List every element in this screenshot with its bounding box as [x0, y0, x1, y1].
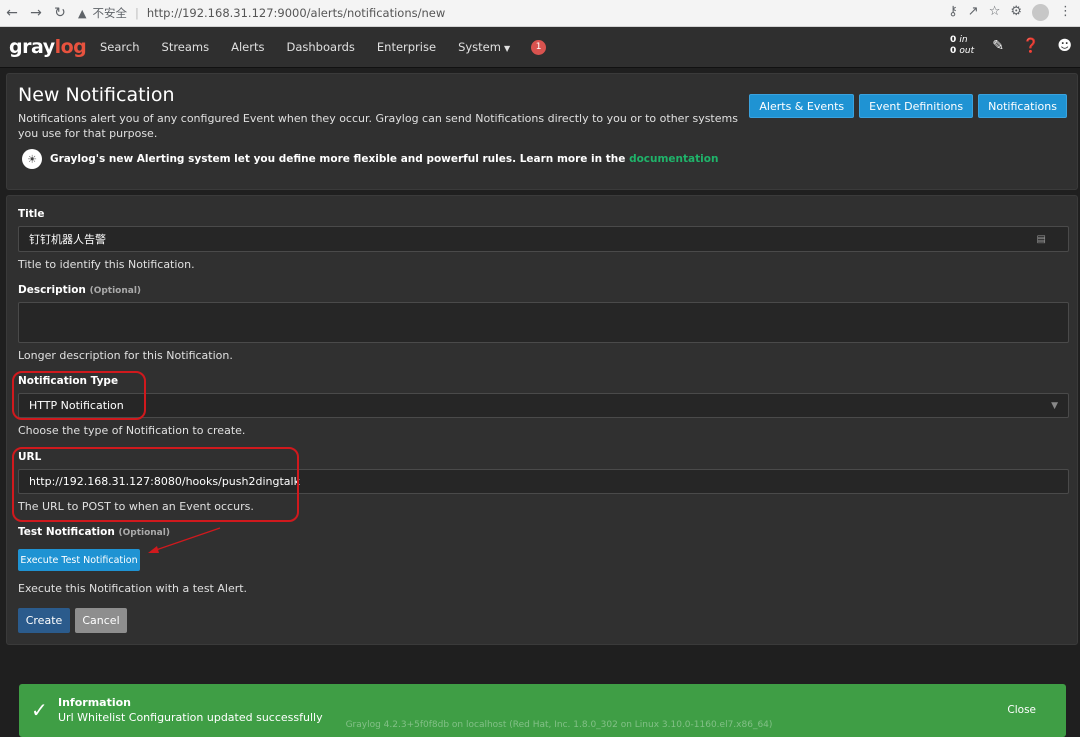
- header-buttons: Alerts & Events Event Definitions Notifi…: [749, 94, 1067, 118]
- notification-type-help: Choose the type of Notification to creat…: [18, 424, 246, 437]
- cancel-button[interactable]: Cancel: [75, 608, 127, 633]
- notification-form: Title 钉钉机器人告警 ▤ Title to identify this N…: [6, 195, 1078, 645]
- success-toast: ✓ Information Url Whitelist Configuratio…: [19, 684, 1066, 737]
- notification-type-select[interactable]: HTTP Notification ▼: [18, 393, 1069, 418]
- profile-avatar[interactable]: [1032, 4, 1049, 21]
- toast-title: Information: [58, 696, 131, 709]
- insecure-label: 不安全: [92, 6, 127, 20]
- type-highlight-annotation: [12, 371, 146, 420]
- caret-down-icon: ▼: [503, 44, 511, 53]
- description-help: Longer description for this Notification…: [18, 349, 233, 362]
- alerting-tip: ☀ Graylog's new Alerting system let you …: [22, 149, 718, 169]
- event-definitions-button[interactable]: Event Definitions: [859, 94, 974, 118]
- forward-icon[interactable]: →: [24, 5, 48, 21]
- star-icon[interactable]: ☆: [989, 4, 1001, 21]
- url-separator: |: [134, 6, 139, 20]
- throughput-counter: 0 in 0 out: [950, 35, 975, 56]
- help-icon[interactable]: ❓: [1022, 38, 1039, 54]
- documentation-link[interactable]: documentation: [629, 153, 718, 165]
- tip-text: Graylog's new Alerting system let you de…: [50, 153, 626, 165]
- nav-search[interactable]: Search: [100, 40, 140, 54]
- title-value: 钉钉机器人告警: [29, 233, 106, 246]
- nav-system[interactable]: System ▼: [458, 40, 510, 54]
- share-icon[interactable]: ↗: [968, 4, 979, 21]
- page-description: Notifications alert you of any configure…: [18, 112, 738, 140]
- page-title: New Notification: [18, 84, 175, 106]
- toast-message: Url Whitelist Configuration updated succ…: [58, 711, 323, 724]
- clipboard-icon: ▤: [1036, 233, 1046, 245]
- optional-tag: (Optional): [89, 286, 142, 296]
- address-bar[interactable]: ▲ 不安全 | http://192.168.31.127:9000/alert…: [78, 3, 978, 23]
- lightbulb-icon: ☀: [22, 149, 42, 169]
- title-help: Title to identify this Notification.: [18, 258, 195, 271]
- nav-streams[interactable]: Streams: [162, 40, 210, 54]
- annotation-arrow: [148, 527, 221, 553]
- edit-icon[interactable]: ✎: [992, 38, 1004, 54]
- notifications-button[interactable]: Notifications: [978, 94, 1067, 118]
- back-icon[interactable]: ←: [0, 5, 24, 21]
- page-header: New Notification Notifications alert you…: [6, 73, 1078, 190]
- warning-icon: ▲: [78, 6, 87, 20]
- checkmark-icon: ✓: [31, 698, 48, 722]
- description-textarea[interactable]: [18, 302, 1069, 343]
- title-label: Title: [18, 208, 45, 220]
- url-highlight-annotation: [12, 447, 299, 522]
- browser-toolbar: ← → ↻ ▲ 不安全 | http://192.168.31.127:9000…: [0, 0, 1080, 27]
- user-icon[interactable]: ☻: [1057, 38, 1072, 54]
- key-icon[interactable]: ⚷: [948, 4, 958, 21]
- title-input[interactable]: 钉钉机器人告警 ▤: [18, 226, 1069, 252]
- toast-close-button[interactable]: Close: [1007, 704, 1036, 716]
- browser-actions: ⚷ ↗ ☆ ⚙ ⋮: [948, 4, 1072, 21]
- notification-badge[interactable]: 1: [531, 39, 547, 55]
- graylog-navbar: graylog Search Streams Alerts Dashboards…: [0, 27, 1080, 68]
- url-text[interactable]: http://192.168.31.127:9000/alerts/notifi…: [147, 6, 445, 20]
- nav-enterprise[interactable]: Enterprise: [377, 40, 436, 54]
- execute-test-button[interactable]: Execute Test Notification: [18, 549, 140, 571]
- description-label: Description (Optional): [18, 284, 142, 296]
- footer-text: Graylog 4.2.3+5f0f8db on localhost (Red …: [345, 720, 773, 730]
- reload-icon[interactable]: ↻: [48, 5, 72, 21]
- create-button[interactable]: Create: [18, 608, 70, 633]
- menu-icon[interactable]: ⋮: [1059, 4, 1072, 21]
- nav-dashboards[interactable]: Dashboards: [287, 40, 355, 54]
- alerts-events-button[interactable]: Alerts & Events: [749, 94, 855, 118]
- extension-icon[interactable]: ⚙: [1010, 4, 1022, 21]
- test-notification-help: Execute this Notification with a test Al…: [18, 582, 248, 595]
- navbar-actions: ✎ ❓ ☻: [992, 38, 1072, 54]
- chevron-down-icon: ▼: [1051, 400, 1058, 411]
- graylog-logo[interactable]: graylog: [9, 36, 89, 58]
- nav-alerts[interactable]: Alerts: [231, 40, 264, 54]
